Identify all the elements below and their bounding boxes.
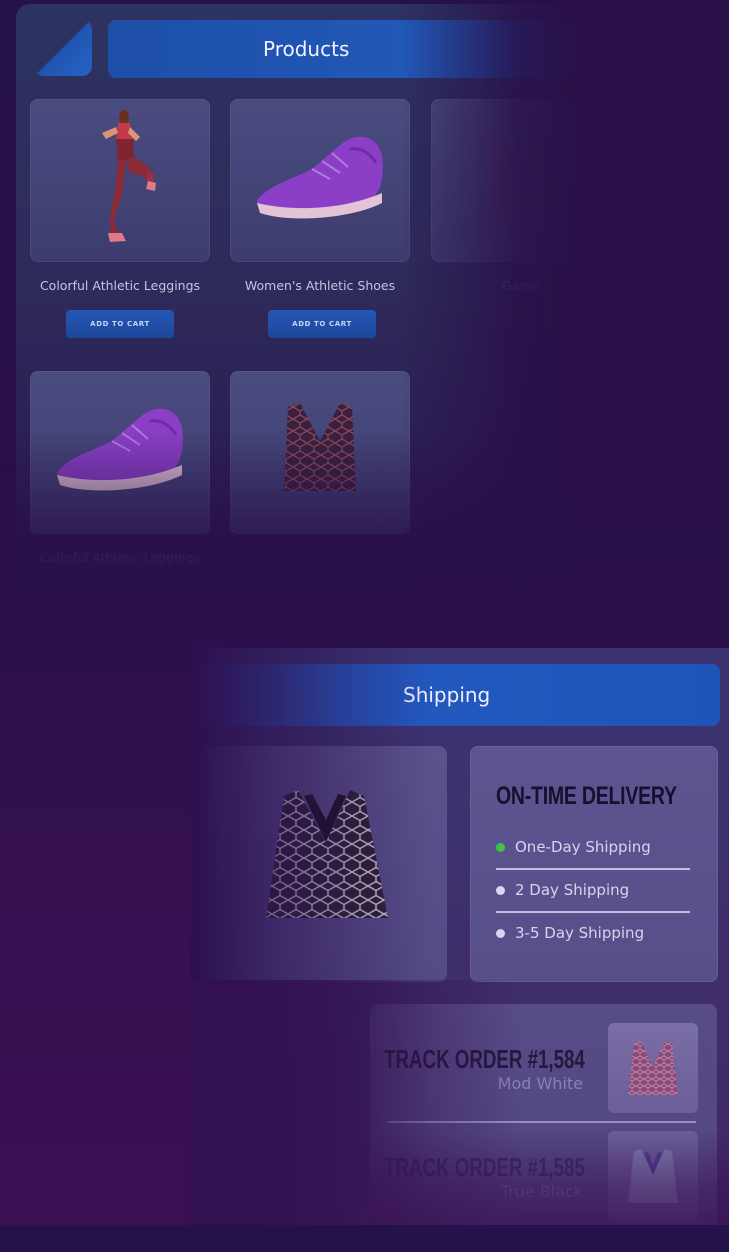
sports-bra-image (266, 790, 388, 918)
track-order-title: TRACK ORDER #1,585 (384, 1152, 585, 1182)
back-tab-button[interactable] (34, 20, 92, 76)
delivery-title: ON-TIME DELIVERY (496, 782, 677, 810)
order-thumbnail (608, 1131, 698, 1221)
shipping-option-label: 3-5 Day Shipping (515, 924, 645, 942)
order-thumbnail (608, 1023, 698, 1113)
delivery-options-card: ON-TIME DELIVERY One-Day Shipping 2 Day … (470, 746, 718, 982)
divider (496, 911, 690, 913)
sports-bra-thumbnail (628, 1149, 678, 1203)
track-order-subtitle: Mod White (497, 1074, 583, 1093)
products-header: Products (108, 20, 728, 78)
product-name: Women's Athletic Shoes (244, 278, 396, 293)
track-orders-card: TRACK ORDER #1,584 Mod White TRACK ORDER… (370, 1004, 717, 1225)
sports-bra-thumbnail (628, 1041, 678, 1095)
product-image-sports-bra[interactable] (230, 371, 410, 534)
sports-bra-image (284, 403, 356, 491)
shoe-image (257, 136, 383, 219)
add-to-cart-button[interactable]: ADD TO CART (66, 310, 174, 338)
shoe-image (57, 408, 183, 491)
products-title: Products (263, 37, 350, 61)
product-image-shoe[interactable] (30, 371, 210, 534)
radio-icon (496, 886, 505, 895)
radio-icon (496, 929, 505, 938)
product-name: Colorful Athletic Leggings (39, 550, 201, 565)
shipping-option-label: One-Day Shipping (515, 838, 651, 856)
leggings-image (102, 110, 156, 242)
divider (388, 1121, 696, 1123)
shipping-header: Shipping (200, 664, 720, 726)
selected-radio-icon (496, 843, 505, 852)
divider (496, 868, 690, 870)
shipping-option-one-day[interactable]: One-Day Shipping (496, 838, 696, 858)
shipping-option-three-five-day[interactable]: 3-5 Day Shipping (496, 924, 696, 944)
track-order-subtitle: True Black (500, 1182, 583, 1201)
shipping-option-label: 2 Day Shipping (515, 881, 630, 899)
product-image-top[interactable] (431, 99, 611, 262)
shipping-title: Shipping (403, 683, 491, 707)
product-name: Game (502, 278, 540, 293)
product-name: Colorful Athletic Leggings (39, 278, 201, 293)
shipping-option-two-day[interactable]: 2 Day Shipping (496, 881, 696, 901)
product-image-leggings[interactable] (30, 99, 210, 262)
product-image-shoe[interactable] (230, 99, 410, 262)
top-image (489, 135, 553, 219)
shipping-product-image (200, 746, 447, 982)
add-to-cart-button[interactable]: ADD TO CART (268, 310, 376, 338)
track-order-title: TRACK ORDER #1,584 (384, 1044, 585, 1074)
